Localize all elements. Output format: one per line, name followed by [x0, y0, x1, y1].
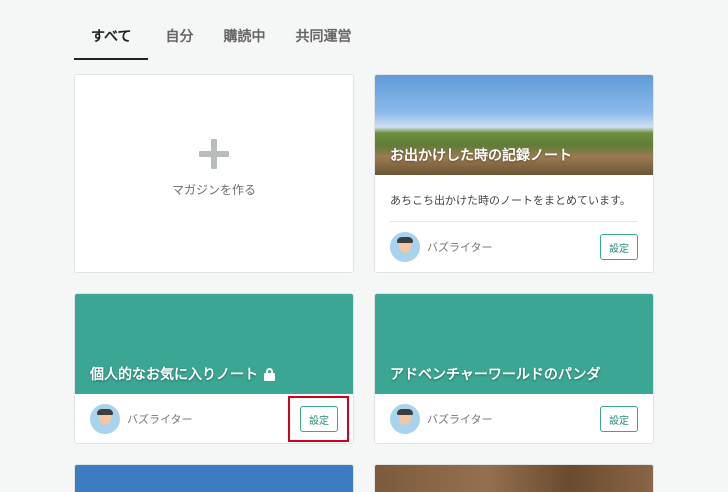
settings-button[interactable]: 設定 [600, 406, 638, 432]
create-magazine-label: マガジンを作る [171, 183, 256, 197]
tab-mine[interactable]: 自分 [165, 18, 193, 60]
magazine-title: アドベンチャーワールドのパンダ [390, 367, 601, 383]
plus-icon [199, 139, 229, 169]
magazine-card[interactable]: 個人的なお気に入りノート バズライター 設定 [74, 293, 354, 444]
tab-all[interactable]: すべて [74, 18, 149, 60]
author-name: バズライター [427, 413, 493, 426]
author[interactable]: バズライター [390, 404, 493, 434]
magazine-description: あちこち出かけた時のノートをまとめています。 [390, 194, 631, 207]
magazine-card[interactable] [374, 464, 654, 492]
card-footer: バズライター 設定 [375, 222, 653, 272]
create-magazine-card[interactable]: マガジンを作る [74, 74, 354, 273]
settings-button[interactable]: 設定 [300, 406, 338, 432]
author-name: バズライター [427, 241, 493, 254]
author-name: バズライター [127, 413, 193, 426]
author[interactable]: バズライター [90, 404, 193, 434]
magazine-title-row: 個人的なお気に入りノート [90, 364, 275, 384]
avatar [90, 404, 120, 434]
magazine-tabs: すべて 自分 購読中 共同運営 [74, 18, 383, 60]
magazine-cover-image [375, 465, 653, 492]
magazine-cover-image: お出かけした時の記録ノート [375, 75, 653, 175]
tab-shared[interactable]: 共同運営 [295, 18, 351, 60]
card-footer: バズライター 設定 [75, 394, 353, 443]
card-footer: バズライター 設定 [375, 394, 653, 443]
magazine-cover: 個人的なお気に入りノート [75, 294, 353, 394]
tab-subscribed[interactable]: 購読中 [223, 18, 265, 60]
avatar [390, 404, 420, 434]
author[interactable]: バズライター [390, 232, 493, 262]
magazine-card[interactable]: お出かけした時の記録ノート あちこち出かけた時のノートをまとめています。 バズラ… [374, 74, 654, 273]
magazine-card[interactable] [74, 464, 354, 492]
avatar [390, 232, 420, 262]
magazine-card[interactable]: アドベンチャーワールドのパンダ バズライター 設定 [374, 293, 654, 444]
magazine-title: 個人的なお気に入りノート [90, 367, 258, 383]
magazine-cover-image [75, 465, 353, 492]
settings-button[interactable]: 設定 [600, 234, 638, 260]
lock-icon [264, 367, 275, 381]
magazine-title: お出かけした時の記録ノート [390, 148, 572, 164]
magazine-cover: アドベンチャーワールドのパンダ [375, 294, 653, 394]
